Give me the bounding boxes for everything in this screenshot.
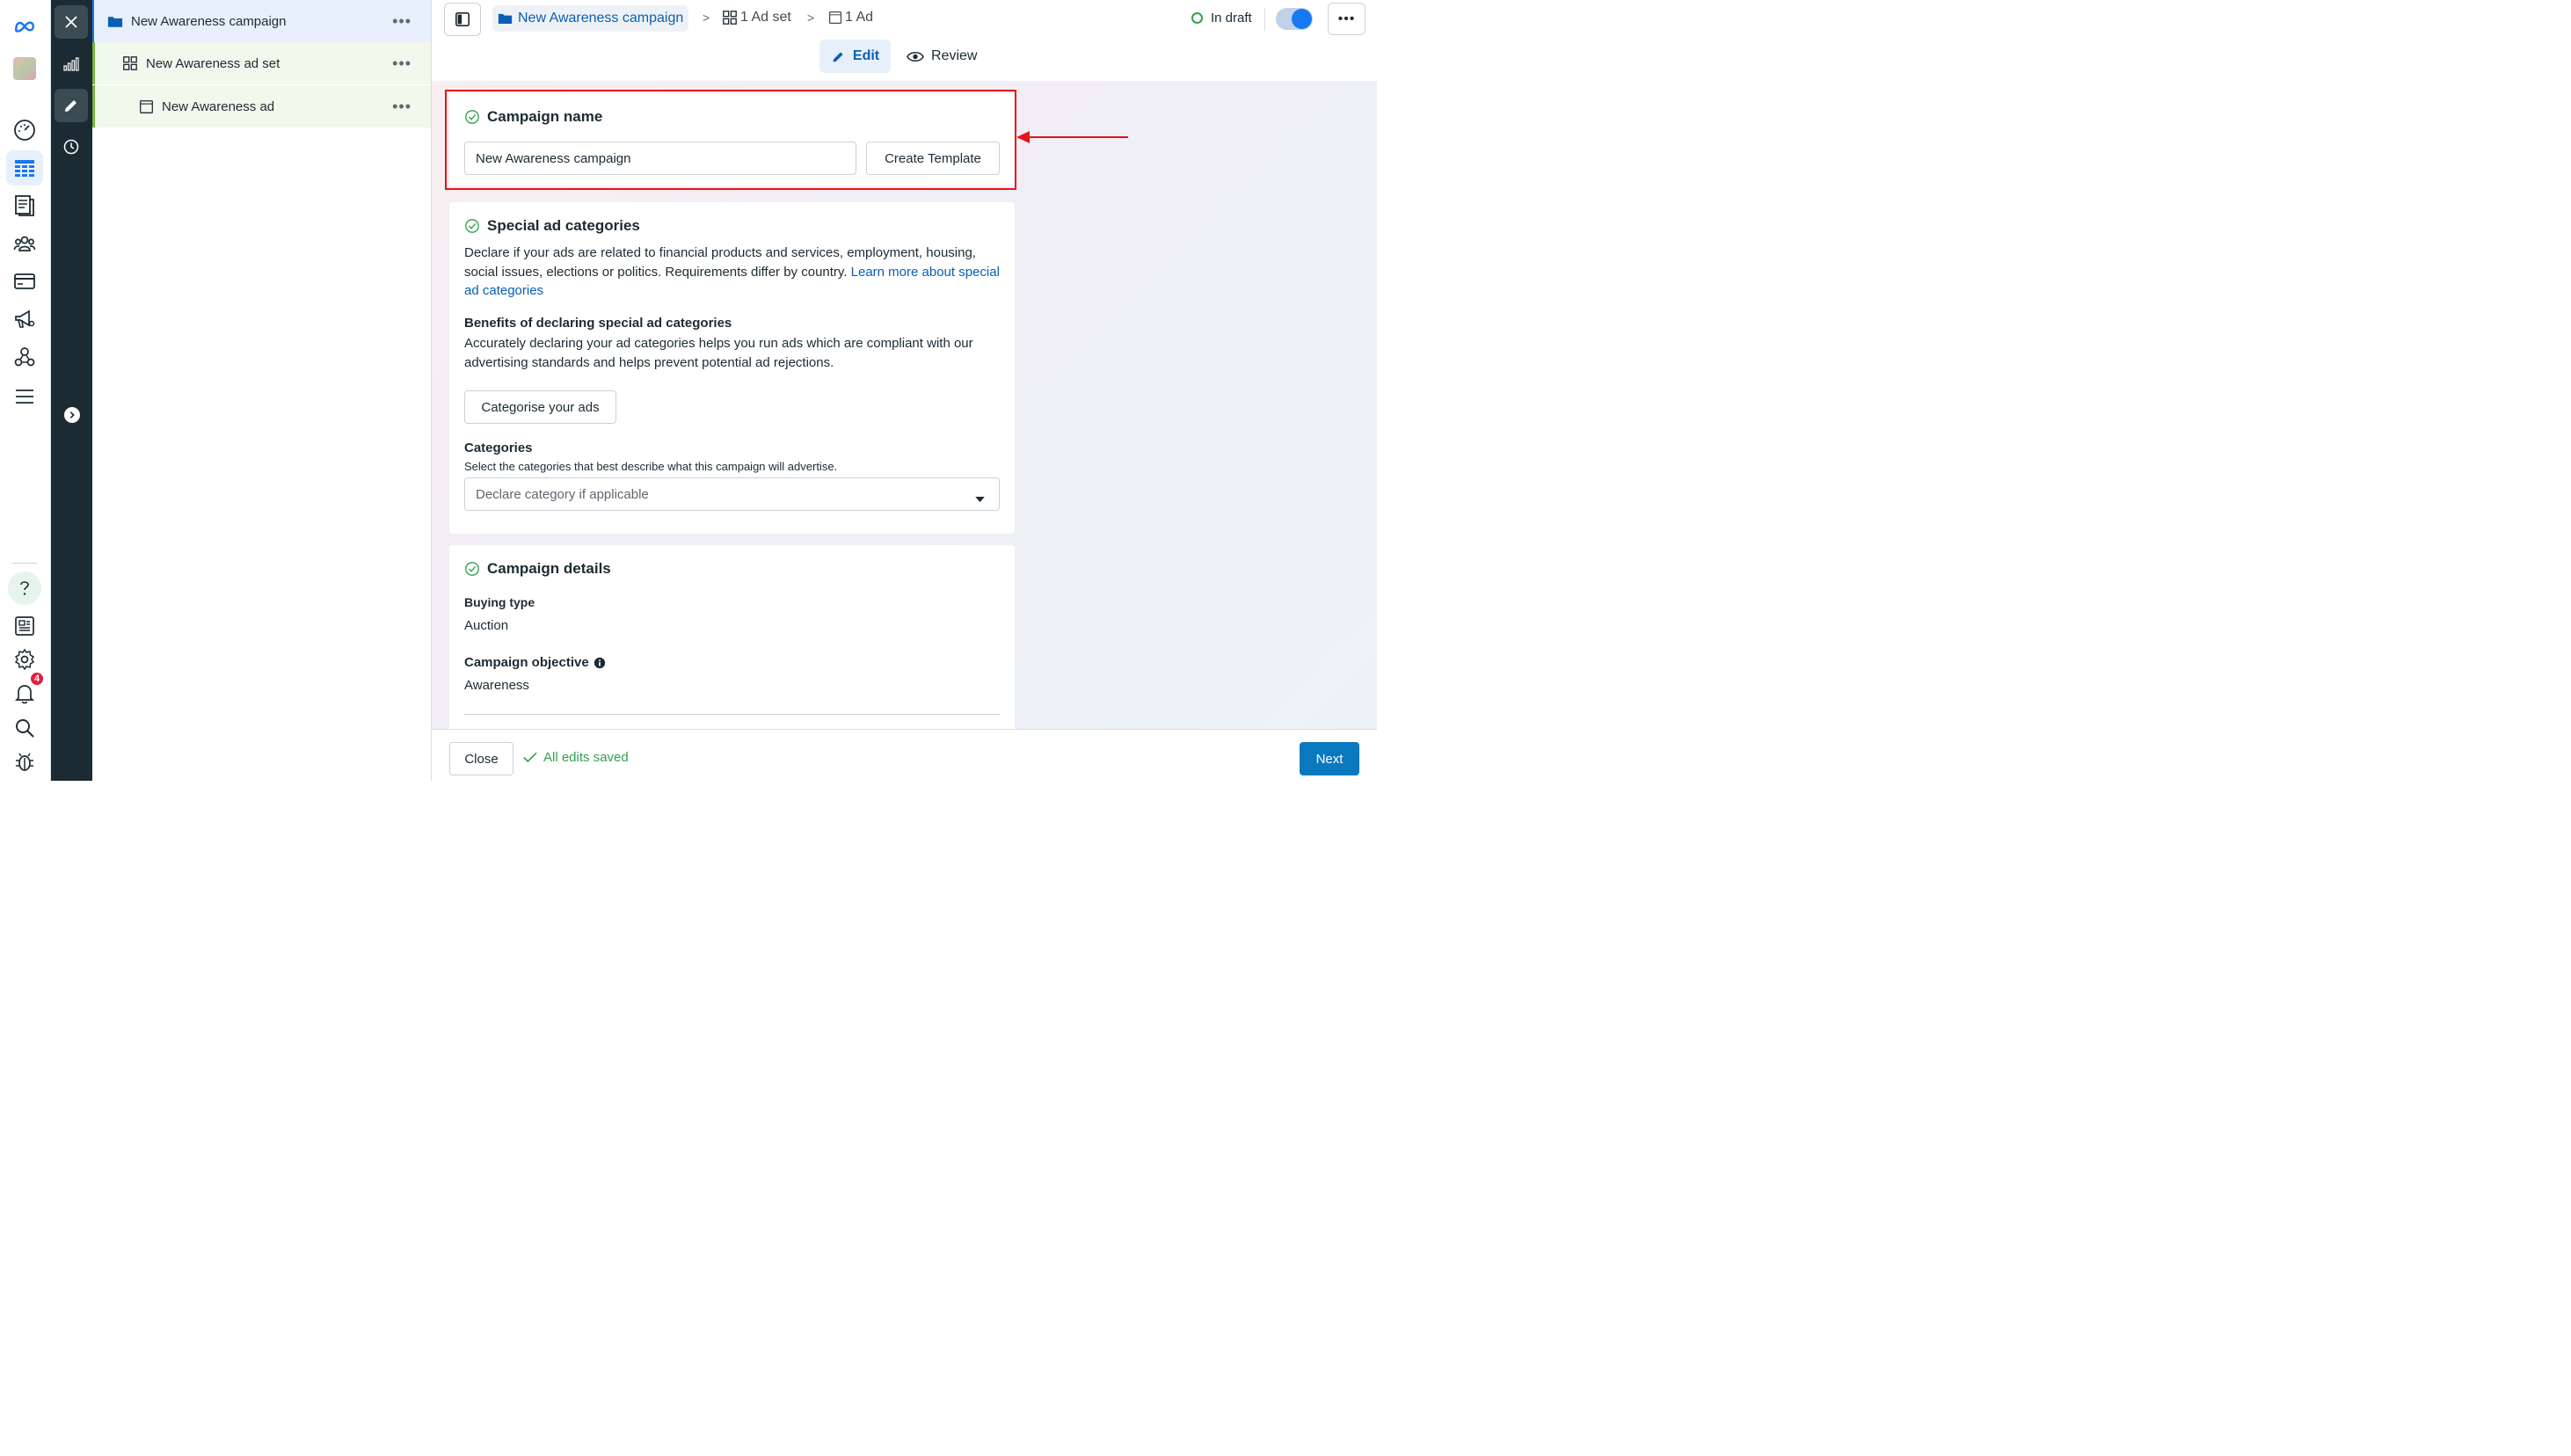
special-ad-title: Special ad categories xyxy=(487,217,640,234)
tree-item-adset[interactable]: New Awareness ad set ••• xyxy=(92,42,431,84)
breadcrumb-adset[interactable]: 1 Ad set xyxy=(722,10,791,25)
special-ad-description: Declare if your ads are related to finan… xyxy=(464,244,1002,301)
folder-icon xyxy=(106,12,124,30)
campaign-tree-panel: New Awareness campaign ••• New Awareness… xyxy=(92,0,432,781)
folder-icon xyxy=(498,12,513,25)
billing-card-icon[interactable] xyxy=(6,264,43,299)
special-ad-categories-card: Special ad categories Declare if your ad… xyxy=(449,202,1015,534)
save-status-label: All edits saved xyxy=(543,750,629,765)
check-circle-icon xyxy=(464,561,480,577)
campaigns-table-icon[interactable] xyxy=(6,150,43,186)
close-button[interactable]: Close xyxy=(449,742,513,775)
campaign-objective-label: Campaign objective xyxy=(464,655,606,670)
performance-chart-icon[interactable] xyxy=(55,47,88,81)
business-settings-icon[interactable] xyxy=(6,339,43,375)
benefits-heading: Benefits of declaring special ad categor… xyxy=(464,316,732,331)
status-label: In draft xyxy=(1211,11,1252,25)
all-tools-menu-icon[interactable] xyxy=(6,379,43,414)
ad-window-icon xyxy=(137,98,155,115)
eye-icon xyxy=(907,50,924,63)
editor-content: Campaign name New Awareness campaign Cre… xyxy=(432,81,1377,729)
sidebar-panel-icon xyxy=(455,11,470,27)
ads-manager-megaphone-icon[interactable] xyxy=(6,302,43,337)
more-options-icon[interactable]: ••• xyxy=(392,98,412,116)
pages-icon[interactable] xyxy=(6,188,43,223)
adset-grid-icon xyxy=(121,55,139,72)
help-icon[interactable] xyxy=(8,571,41,605)
nav-rail: 4 xyxy=(0,0,51,781)
campaign-on-off-toggle[interactable] xyxy=(1276,8,1313,30)
breadcrumb-adset-label: 1 Ad set xyxy=(740,10,791,25)
tab-edit-label: Edit xyxy=(852,48,880,63)
more-actions-button[interactable]: ••• xyxy=(1328,3,1366,35)
toggle-sidebar-button[interactable] xyxy=(444,3,481,36)
buying-type-value: Auction xyxy=(464,618,509,633)
editor-tool-column xyxy=(51,0,92,781)
special-ad-heading: Special ad categories xyxy=(464,217,640,235)
tab-edit[interactable]: Edit xyxy=(819,40,891,73)
dashboard-icon[interactable] xyxy=(6,113,43,148)
history-clock-icon[interactable] xyxy=(55,130,88,164)
tree-item-campaign[interactable]: New Awareness campaign ••• xyxy=(92,0,431,42)
categories-help-text: Select the categories that best describe… xyxy=(464,460,838,473)
buying-type-label: Buying type xyxy=(464,595,535,609)
notifications-bell-icon[interactable]: 4 xyxy=(6,671,45,711)
tree-item-label: New Awareness campaign xyxy=(131,13,287,29)
header-divider xyxy=(1264,8,1265,31)
audiences-icon[interactable] xyxy=(6,226,43,261)
tree-item-label: New Awareness ad xyxy=(162,98,275,114)
rail-divider xyxy=(12,563,37,564)
checkmark-icon xyxy=(523,752,537,763)
categories-placeholder: Declare category if applicable xyxy=(476,486,649,502)
report-bug-icon[interactable] xyxy=(6,744,43,779)
breadcrumb-separator: > xyxy=(807,11,815,25)
draft-status: In draft xyxy=(1191,11,1252,25)
next-button[interactable]: Next xyxy=(1300,742,1359,775)
categories-label: Categories xyxy=(464,440,533,455)
edit-pencil-icon xyxy=(831,49,846,64)
campaign-objective-value: Awareness xyxy=(464,678,529,693)
tab-review-label: Review xyxy=(931,48,978,63)
close-editor-icon[interactable] xyxy=(55,5,88,39)
campaign-details-card: Campaign details Buying type Auction Cam… xyxy=(449,545,1015,729)
meta-logo-icon[interactable] xyxy=(6,9,43,44)
section-divider xyxy=(464,714,1000,715)
tree-item-ad[interactable]: New Awareness ad ••• xyxy=(92,85,431,127)
editor-header: New Awareness campaign > 1 Ad set > 1 Ad… xyxy=(432,0,1377,81)
status-dot-icon xyxy=(1191,12,1203,24)
toggle-knob xyxy=(1292,9,1312,29)
search-icon[interactable] xyxy=(6,710,43,746)
breadcrumb-ad[interactable]: 1 Ad xyxy=(828,10,873,25)
campaign-objective-label-text: Campaign objective xyxy=(464,655,589,670)
breadcrumb-separator: > xyxy=(703,11,710,25)
annotation-arrow xyxy=(1016,131,1128,143)
adset-grid-icon xyxy=(722,10,738,25)
tree-item-label: New Awareness ad set xyxy=(146,55,280,71)
dropdown-caret-icon xyxy=(975,491,985,506)
campaign-details-heading: Campaign details xyxy=(464,560,611,578)
more-options-icon[interactable]: ••• xyxy=(392,55,412,73)
ad-window-icon xyxy=(828,11,842,25)
benefits-text: Accurately declaring your ad categories … xyxy=(464,336,973,370)
breadcrumb-ad-label: 1 Ad xyxy=(845,10,874,25)
breadcrumb-campaign[interactable]: New Awareness campaign xyxy=(492,5,689,32)
breadcrumb-campaign-label: New Awareness campaign xyxy=(518,11,684,25)
highlight-box xyxy=(445,90,1016,190)
expand-panel-chevron-icon[interactable] xyxy=(64,407,80,423)
save-status: All edits saved xyxy=(523,750,629,765)
categories-select[interactable]: Declare category if applicable xyxy=(464,477,1000,511)
tab-review[interactable]: Review xyxy=(907,40,977,73)
news-icon[interactable] xyxy=(6,608,43,644)
campaign-details-title: Campaign details xyxy=(487,560,611,577)
notification-count-badge: 4 xyxy=(29,671,45,687)
info-icon[interactable] xyxy=(594,657,606,669)
account-avatar[interactable] xyxy=(6,51,43,86)
more-options-icon[interactable]: ••• xyxy=(392,12,412,31)
check-circle-icon xyxy=(464,218,480,234)
categorise-ads-button[interactable]: Categorise your ads xyxy=(464,390,616,424)
editor-footer: Close All edits saved Next xyxy=(432,729,1377,781)
edit-pencil-icon[interactable] xyxy=(55,89,88,122)
